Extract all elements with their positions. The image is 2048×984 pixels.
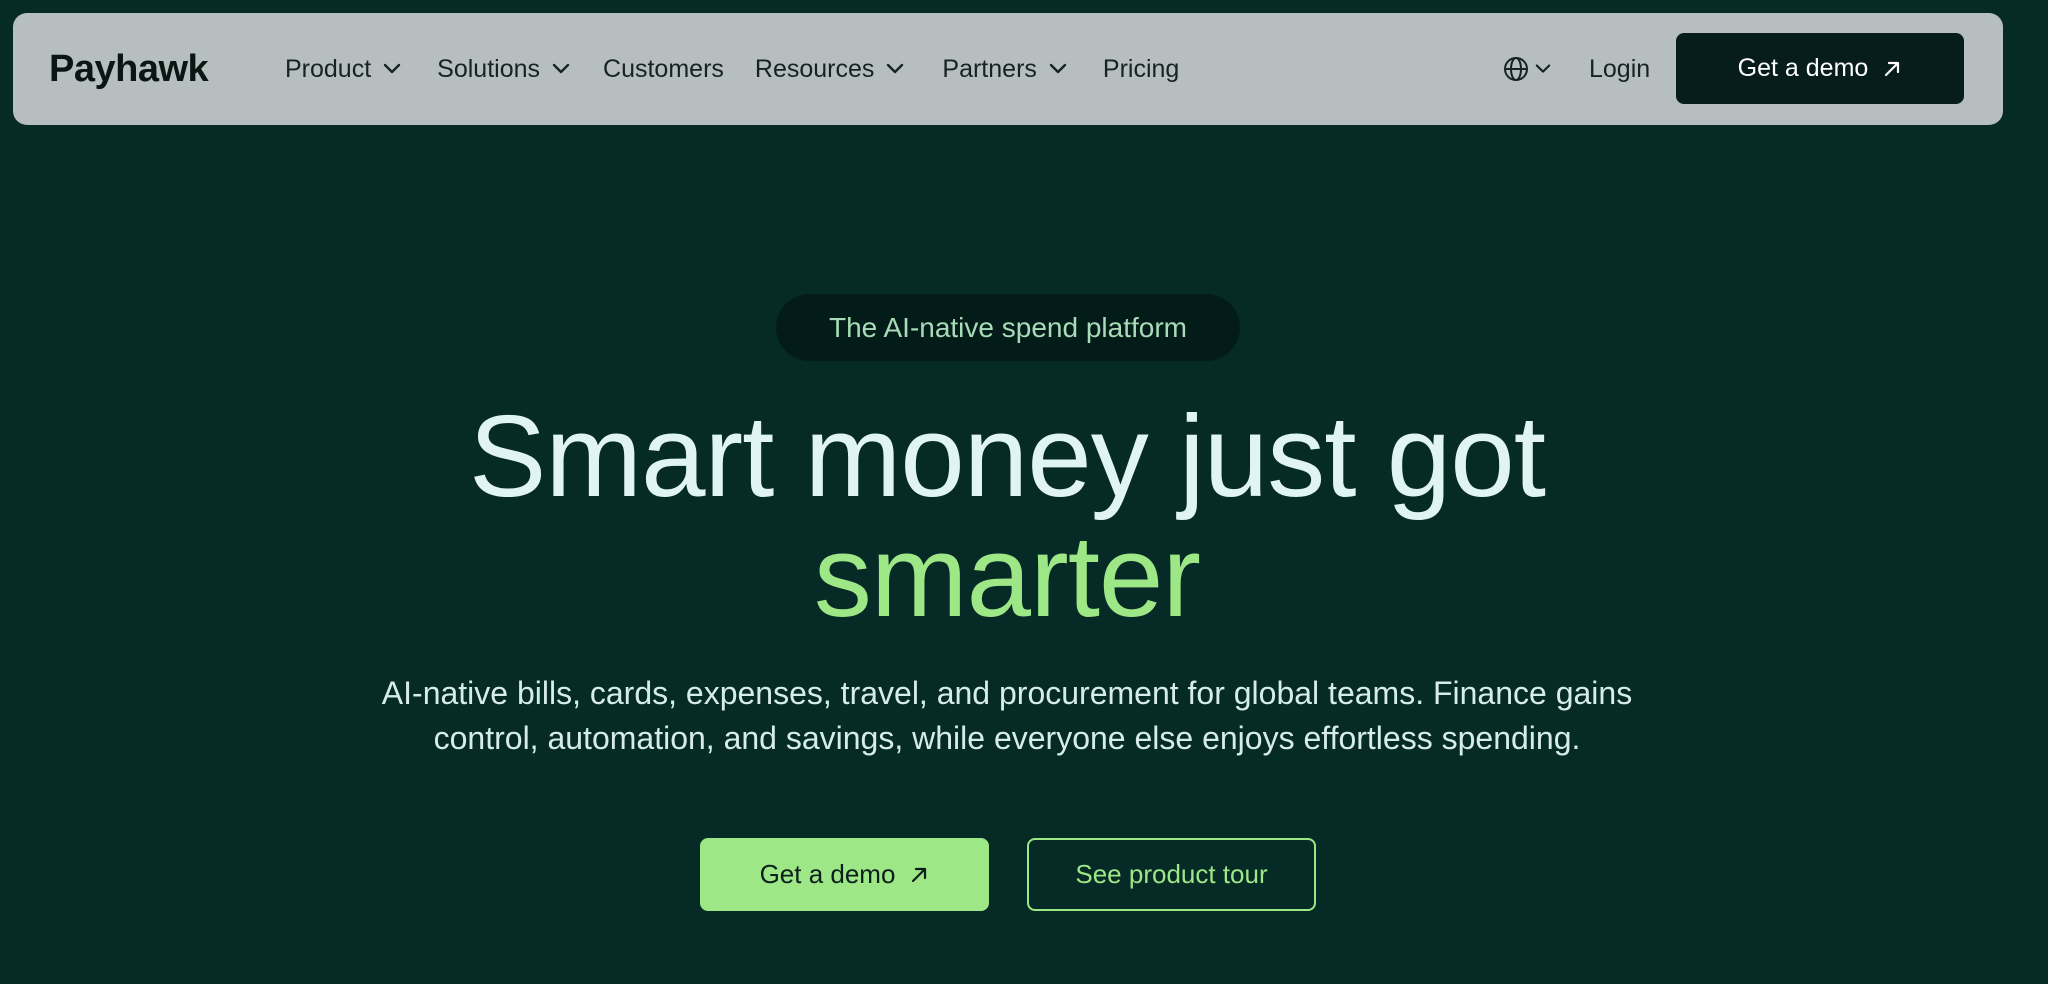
hero-headline: Smart money just got smarter bbox=[0, 396, 2014, 636]
chevron-down-icon bbox=[1049, 63, 1067, 74]
nav-item-label: Product bbox=[285, 54, 372, 83]
headline-highlight: smarter bbox=[813, 511, 1201, 641]
get-a-demo-button[interactable]: Get a demo bbox=[1676, 33, 1964, 104]
nav-item-pricing[interactable]: Pricing bbox=[1103, 55, 1179, 84]
nav-item-label: Customers bbox=[603, 54, 724, 83]
button-label: Get a demo bbox=[759, 859, 896, 889]
button-label: Get a demo bbox=[1737, 54, 1869, 82]
nav-item-label: Partners bbox=[942, 54, 1037, 83]
login-link[interactable]: Login bbox=[1589, 13, 1650, 125]
arrow-up-right-icon bbox=[1885, 61, 1900, 76]
see-product-tour-button[interactable]: See product tour bbox=[1027, 838, 1316, 911]
nav-item-label: Solutions bbox=[437, 54, 541, 83]
chevron-down-icon bbox=[887, 63, 904, 74]
nav-item-solutions[interactable]: Solutions bbox=[437, 55, 570, 84]
eyebrow-badge: The AI-native spend platform bbox=[776, 294, 1240, 361]
button-label: See product tour bbox=[1075, 859, 1268, 889]
payhawk-logo[interactable]: Payhawk bbox=[49, 13, 209, 125]
language-selector[interactable] bbox=[1503, 13, 1551, 125]
chevron-down-icon bbox=[383, 63, 401, 74]
nav-item-resources[interactable]: Resources bbox=[755, 55, 905, 84]
hero-get-a-demo-button[interactable]: Get a demo bbox=[700, 838, 989, 911]
arrow-up-right-icon bbox=[912, 867, 927, 882]
nav-item-label: Resources bbox=[754, 54, 875, 83]
main-nav: Product Solutions Customers Resources Pa… bbox=[285, 13, 1179, 125]
nav-item-customers[interactable]: Customers bbox=[603, 55, 724, 84]
subtitle-line1: AI-native bills, cards, expenses, travel… bbox=[381, 675, 1633, 711]
top-navbar: Payhawk Product Solutions Customers Reso… bbox=[13, 13, 2003, 125]
headline-line1: Smart money just got bbox=[469, 391, 1546, 521]
chevron-down-icon bbox=[1535, 64, 1551, 73]
nav-item-product[interactable]: Product bbox=[285, 55, 401, 84]
nav-item-partners[interactable]: Partners bbox=[942, 54, 1067, 84]
chevron-down-icon bbox=[552, 63, 570, 74]
nav-item-label: Pricing bbox=[1102, 54, 1180, 83]
subtitle-line2: control, automation, and savings, while … bbox=[433, 720, 1581, 756]
hero-subtitle: AI-native bills, cards, expenses, travel… bbox=[0, 671, 2014, 761]
globe-icon bbox=[1504, 57, 1528, 81]
